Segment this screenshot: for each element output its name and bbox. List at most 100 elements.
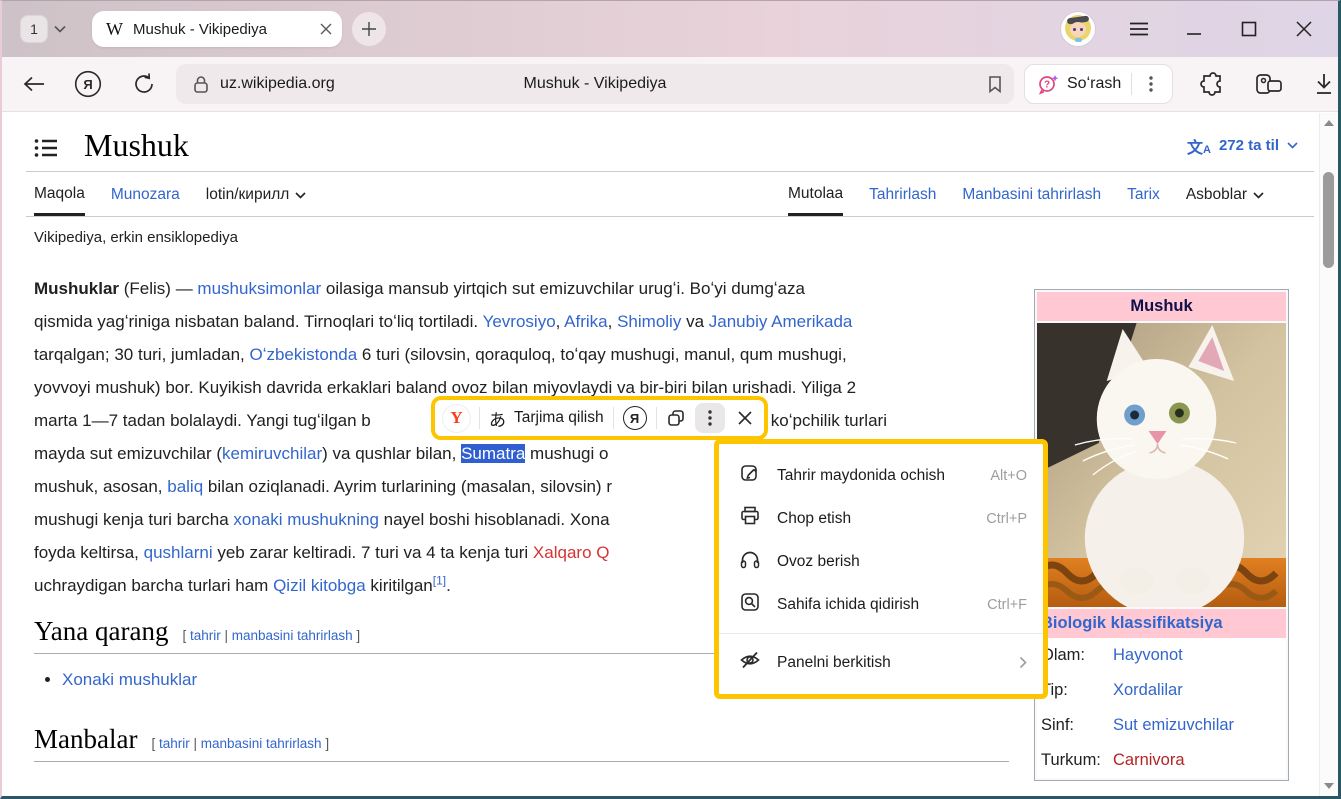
selection-close-icon[interactable] [738, 411, 752, 425]
hamburger-icon [1129, 22, 1149, 36]
translate-label: Tarjima qilish [514, 409, 604, 427]
wiki-link[interactable]: Janubiy Amerikada [709, 312, 853, 331]
shortcut-label: Ctrl+P [986, 511, 1027, 527]
scroll-up-arrow[interactable] [1323, 119, 1335, 127]
downloads-icon[interactable] [1313, 72, 1335, 96]
svg-text:Я: Я [83, 77, 92, 92]
scroll-down-arrow[interactable] [1323, 782, 1335, 790]
tab-count: 1 [20, 15, 48, 43]
refresh-button[interactable] [124, 64, 164, 104]
taxon-link[interactable]: Sut emizuvchilar [1113, 716, 1234, 735]
menu-divider [719, 633, 1043, 634]
new-tab-button[interactable] [352, 12, 386, 46]
kebab-icon [708, 410, 712, 426]
browser-menu-button[interactable] [1119, 9, 1159, 49]
edit-link[interactable]: tahrir [190, 628, 221, 643]
minimize-button[interactable] [1174, 9, 1214, 49]
edit-link[interactable]: manbasini tahrirlash [201, 736, 322, 751]
scrollbar-thumb[interactable] [1323, 172, 1334, 268]
translate-button[interactable]: あ Tarjima qilish [489, 406, 604, 431]
article-tab-tarix[interactable]: Tarix [1127, 172, 1160, 216]
bookmark-icon[interactable] [986, 74, 1004, 94]
back-button[interactable] [14, 64, 54, 104]
kebab-icon [1149, 76, 1153, 92]
site-subtitle: Vikipediya, erkin ensiklopediya [2, 217, 1338, 246]
taxobox: Mushuk [1034, 289, 1289, 781]
text-run[interactable]: [1] [433, 573, 446, 587]
close-icon [1296, 21, 1312, 37]
hide-panel-icon [739, 649, 761, 676]
taxon-link[interactable]: Hayvonot [1113, 646, 1183, 665]
edit-area-icon [739, 462, 761, 489]
article-tab-munozara[interactable]: Munozara [111, 172, 180, 216]
translate-icon: 文A [1187, 134, 1211, 158]
ai-chat-icon: ? [1037, 73, 1059, 95]
chevron-down-icon [295, 192, 306, 199]
ask-more-button[interactable] [1136, 69, 1166, 99]
selection-more-button[interactable] [695, 403, 725, 433]
chevron-down-icon [54, 25, 66, 33]
back-arrow-icon [23, 76, 45, 92]
wiki-link[interactable]: Oʻzbekistonda [249, 345, 357, 364]
taxon-link[interactable]: Xordalilar [1113, 681, 1183, 700]
wiki-link[interactable]: Shimoliy [617, 312, 681, 331]
extensions-icon[interactable] [1199, 71, 1225, 97]
edit-link[interactable]: manbasini tahrirlash [232, 628, 353, 643]
wiki-link[interactable]: xonaki mushukning [233, 510, 379, 529]
selection-toolbar: Y あ Tarjima qilish Я [431, 396, 768, 440]
wiki-link[interactable]: baliq [167, 477, 203, 496]
address-bar[interactable]: uz.wikipedia.org Mushuk - Vikipediya [176, 64, 1014, 104]
wiki-link[interactable]: Xalqaro Q [533, 543, 610, 562]
shortcut-label: Ctrl+F [987, 597, 1027, 613]
svg-text:?: ? [1044, 80, 1050, 91]
menu-item-tahrir-maydonida-ochish[interactable]: Tahrir maydonida ochish Alt+O [719, 454, 1043, 497]
infobox-row: Tip:Xordalilar [1037, 673, 1286, 708]
article-tab-manbasini-tahrirlash[interactable]: Manbasini tahrirlash [962, 172, 1101, 216]
yandex-services-button[interactable]: Я [68, 64, 108, 104]
wiki-link[interactable]: Yevrosiyo [483, 312, 556, 331]
wiki-link[interactable]: qushlarni [144, 543, 213, 562]
article-tab-lotin-кирилл[interactable]: lotin/кирилл [206, 172, 307, 216]
cat-photo[interactable] [1037, 323, 1286, 607]
ask-ai-button[interactable]: ? Soʻrash [1024, 64, 1173, 104]
refresh-icon [132, 72, 156, 96]
shortcut-label: Alt+O [990, 468, 1027, 484]
url-text[interactable]: uz.wikipedia.org [220, 75, 335, 93]
find-in-page-icon [739, 591, 761, 618]
close-button[interactable] [1284, 9, 1324, 49]
wiki-link[interactable]: Qizil kitobga [273, 576, 366, 595]
menu-item-chop-etish[interactable]: Chop etish Ctrl+P [719, 497, 1043, 540]
chevron-right-icon [1019, 656, 1027, 669]
article-tab-maqola[interactable]: Maqola [34, 172, 85, 216]
paragraph-line: qismida yagʻriniga nisbatan baland. Tirn… [34, 305, 1019, 338]
wiki-link[interactable]: Afrika [564, 312, 607, 331]
yandex-y-logo[interactable]: Y [443, 405, 470, 432]
article-tab-mutolaa[interactable]: Mutolaa [788, 172, 843, 216]
tab-close-icon[interactable] [320, 23, 332, 35]
article-tab-tahrirlash[interactable]: Tahrirlash [869, 172, 936, 216]
toc-icon[interactable] [34, 138, 58, 158]
passwords-icon[interactable] [1255, 72, 1283, 96]
wiki-link[interactable]: kemiruvchilar [222, 444, 322, 463]
browser-tab[interactable]: W Mushuk - Vikipediya [92, 11, 342, 47]
menu-item-ovoz-berish[interactable]: Ovoz berish [719, 540, 1043, 583]
translate-glyph-icon: あ [489, 406, 506, 431]
language-selector[interactable]: 文A 272 ta til [1187, 134, 1298, 158]
copy-icon[interactable] [666, 408, 686, 428]
article-tab-asboblar[interactable]: Asboblar [1186, 172, 1264, 216]
lock-icon[interactable] [192, 74, 210, 94]
page-scrollbar[interactable] [1319, 113, 1338, 796]
taxon-link[interactable]: Carnivora [1113, 751, 1185, 770]
infobox-section-header[interactable]: Biologik klassifikatsiya [1037, 609, 1286, 638]
search-yandex-button[interactable]: Я [623, 406, 647, 430]
menu-item-panelni-berkitish[interactable]: Panelni berkitish [719, 641, 1043, 684]
yandex-logo-icon: Я [74, 70, 102, 98]
tab-counter-button[interactable]: 1 [16, 11, 74, 47]
profile-avatar[interactable] [1061, 12, 1095, 46]
maximize-button[interactable] [1229, 9, 1269, 49]
wiki-link[interactable]: mushuksimonlar [197, 279, 321, 298]
menu-item-sahifa-ichida-qidirish[interactable]: Sahifa ichida qidirish Ctrl+F [719, 583, 1043, 626]
printer-icon [739, 505, 761, 532]
edit-link[interactable]: tahrir [159, 736, 190, 751]
selection-context-menu: Tahrir maydonida ochish Alt+O Chop etish… [714, 439, 1048, 699]
